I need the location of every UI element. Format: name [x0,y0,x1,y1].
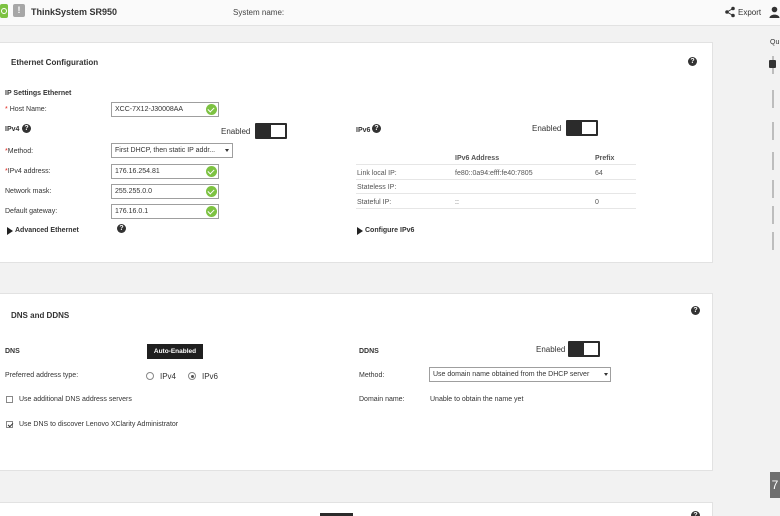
ipv6-help-icon[interactable]: ? [372,124,381,133]
network-mask-label: Network mask: [5,188,52,195]
dns-ddns-panel: DNS and DDNS ? DNS Auto-Enabled Preferre… [0,293,713,471]
ddns-method-label: Method: [359,372,385,379]
valid-check-icon [206,186,217,197]
ipv6-radio-label: IPv6 [202,372,219,381]
link-local-prefix: 64 [595,170,603,177]
divider [356,164,636,165]
product-name: ThinkSystem SR950 [31,7,118,17]
top-bar: ! ThinkSystem SR950 System name: Export [0,0,780,26]
link-local-address: fe80::0a94:efff:fe40:7805 [455,170,533,177]
ipv6-address-header: IPv6 Address [455,155,500,162]
ethernet-configuration-panel: Ethernet Configuration ? IP Settings Eth… [0,42,713,263]
auto-enabled-button[interactable]: Auto-Enabled [147,344,203,359]
ipv4-toggle[interactable] [255,123,287,139]
ipv6-toggle[interactable] [566,120,598,136]
additional-dns-label: Use additional DNS address servers [19,396,132,403]
default-gateway-input[interactable]: 176.16.0.1 [111,204,219,219]
expand-triangle-icon[interactable] [357,227,363,235]
ipv4-radio[interactable] [146,372,154,380]
configure-ipv6-link[interactable]: Configure IPv6 [365,227,414,234]
warning-icon[interactable]: ! [13,4,25,17]
panel-title: DNS and DDNS [11,311,70,320]
valid-check-icon [206,104,217,115]
ddns-toggle[interactable] [568,341,600,357]
divider [356,208,636,209]
quick-actions-label: Qu [770,39,780,46]
stateful-address: :: [455,199,459,206]
ipv4-help-icon[interactable]: ? [22,124,31,133]
side-action-button[interactable]: 7 [770,472,780,498]
prefix-header: Prefix [595,155,615,162]
ipv6-heading: IPv6 [356,127,371,134]
xclarity-checkbox[interactable] [6,421,13,428]
domain-name-value: Unable to obtain the name yet [430,396,524,403]
help-icon[interactable]: ? [688,57,697,66]
preferred-address-label: Preferred address type: [5,372,79,379]
ipv4-heading: IPv4 [5,126,20,133]
ip-settings-heading: IP Settings Ethernet [5,90,72,97]
method-label: *Method: [5,148,34,155]
host-name-label: * Host Name: [5,106,47,113]
chevron-down-icon [225,149,229,152]
expand-triangle-icon[interactable] [7,227,13,235]
power-status-icon[interactable] [0,4,8,18]
ddns-method-select[interactable]: Use domain name obtained from the DHCP s… [429,367,611,382]
ddns-enabled-label: Enabled [536,345,566,354]
advanced-help-icon[interactable]: ? [117,224,126,233]
divider [356,179,636,180]
scroll-thumb[interactable] [769,60,776,68]
stateless-label: Stateless IP: [357,184,397,191]
ipv4-address-input[interactable]: 176.16.254.81 [111,164,219,179]
additional-dns-checkbox[interactable] [6,396,13,403]
help-icon[interactable]: ? [691,306,700,315]
next-panel: ? [0,502,713,516]
ddns-heading: DDNS [359,348,379,355]
network-mask-input[interactable]: 255.255.0.0 [111,184,219,199]
ipv4-enabled-label: Enabled [221,127,251,136]
ipv6-enabled-label: Enabled [532,124,562,133]
help-icon[interactable]: ? [691,511,700,516]
scroll-track[interactable] [772,56,774,250]
ipv6-radio[interactable] [188,372,196,380]
valid-check-icon [206,166,217,177]
divider [356,193,636,194]
ipv4-address-label: *IPv4 address: [5,168,51,175]
default-gateway-label: Default gateway: [5,208,58,215]
dns-heading: DNS [5,348,20,355]
export-button[interactable]: Export [738,8,761,17]
stateful-label: Stateful IP: [357,199,392,206]
xclarity-label: Use DNS to discover Lenovo XClarity Admi… [19,421,179,428]
link-local-label: Link local IP: [357,170,397,177]
system-name-label: System name: [233,8,285,17]
chevron-down-icon [604,373,608,376]
method-select[interactable]: First DHCP, then static IP addr... [111,143,233,158]
valid-check-icon [206,206,217,217]
user-icon[interactable] [769,6,780,18]
stateful-prefix: 0 [595,199,599,206]
share-icon[interactable] [724,6,736,18]
host-name-input[interactable]: XCC-7X12-J30008AA [111,102,219,117]
domain-name-label: Domain name: [359,396,405,403]
advanced-ethernet-link[interactable]: Advanced Ethernet [15,227,79,234]
ipv4-radio-label: IPv4 [160,372,177,381]
panel-title: Ethernet Configuration [11,58,99,67]
